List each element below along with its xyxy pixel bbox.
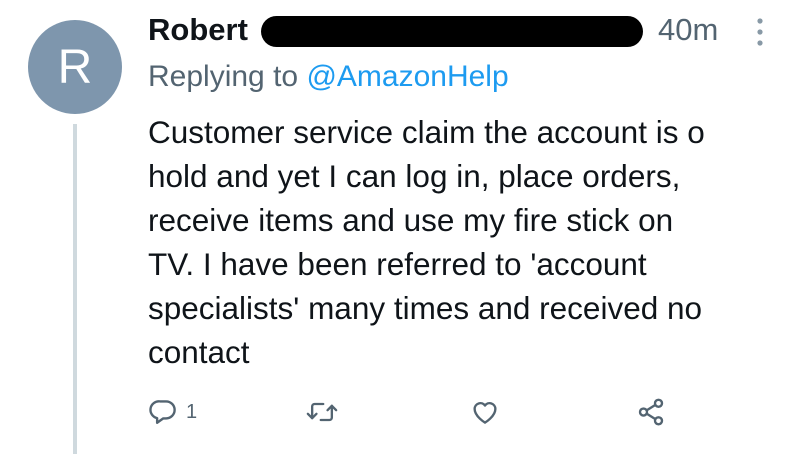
reply-count: 1: [186, 400, 198, 423]
replying-to-line: Replying to @AmazonHelp: [148, 60, 509, 94]
tweet: R Robert 40m Replying to @AmazonHelp Cus…: [0, 0, 800, 454]
heart-icon: [473, 401, 497, 424]
tweet-text-line: specialists' many times and received no: [148, 290, 703, 326]
replying-to-label: Replying to: [148, 60, 299, 93]
tweet-text: Customer service claim the account is o …: [148, 110, 778, 374]
tweet-text-line: contact: [148, 334, 250, 370]
reply-icon: [149, 400, 176, 424]
tweet-actions: 1: [148, 392, 708, 432]
more-vertical-icon[interactable]: [753, 16, 767, 48]
tweet-text-line: TV. I have been referred to 'account: [148, 246, 647, 282]
avatar[interactable]: R: [28, 20, 122, 114]
timestamp[interactable]: 40m: [658, 12, 718, 48]
tweet-text-line: hold and yet I can log in, place orders,: [148, 158, 681, 194]
redaction-mark: [261, 16, 643, 47]
author-name[interactable]: Robert: [148, 12, 248, 48]
tweet-text-line: receive items and use my fire stick on: [148, 202, 674, 238]
retweet-button[interactable]: [306, 392, 338, 432]
avatar-letter: R: [57, 40, 93, 94]
share-button[interactable]: [636, 392, 666, 432]
tweet-header: Robert 40m: [148, 10, 788, 54]
like-button[interactable]: [470, 392, 500, 432]
tweet-text-line: Customer service claim the account is o: [148, 114, 705, 150]
share-icon: [638, 398, 664, 426]
thread-line: [73, 124, 77, 454]
mention-link[interactable]: @AmazonHelp: [306, 60, 508, 93]
reply-button[interactable]: 1: [148, 392, 197, 432]
retweet-icon: [306, 402, 338, 422]
